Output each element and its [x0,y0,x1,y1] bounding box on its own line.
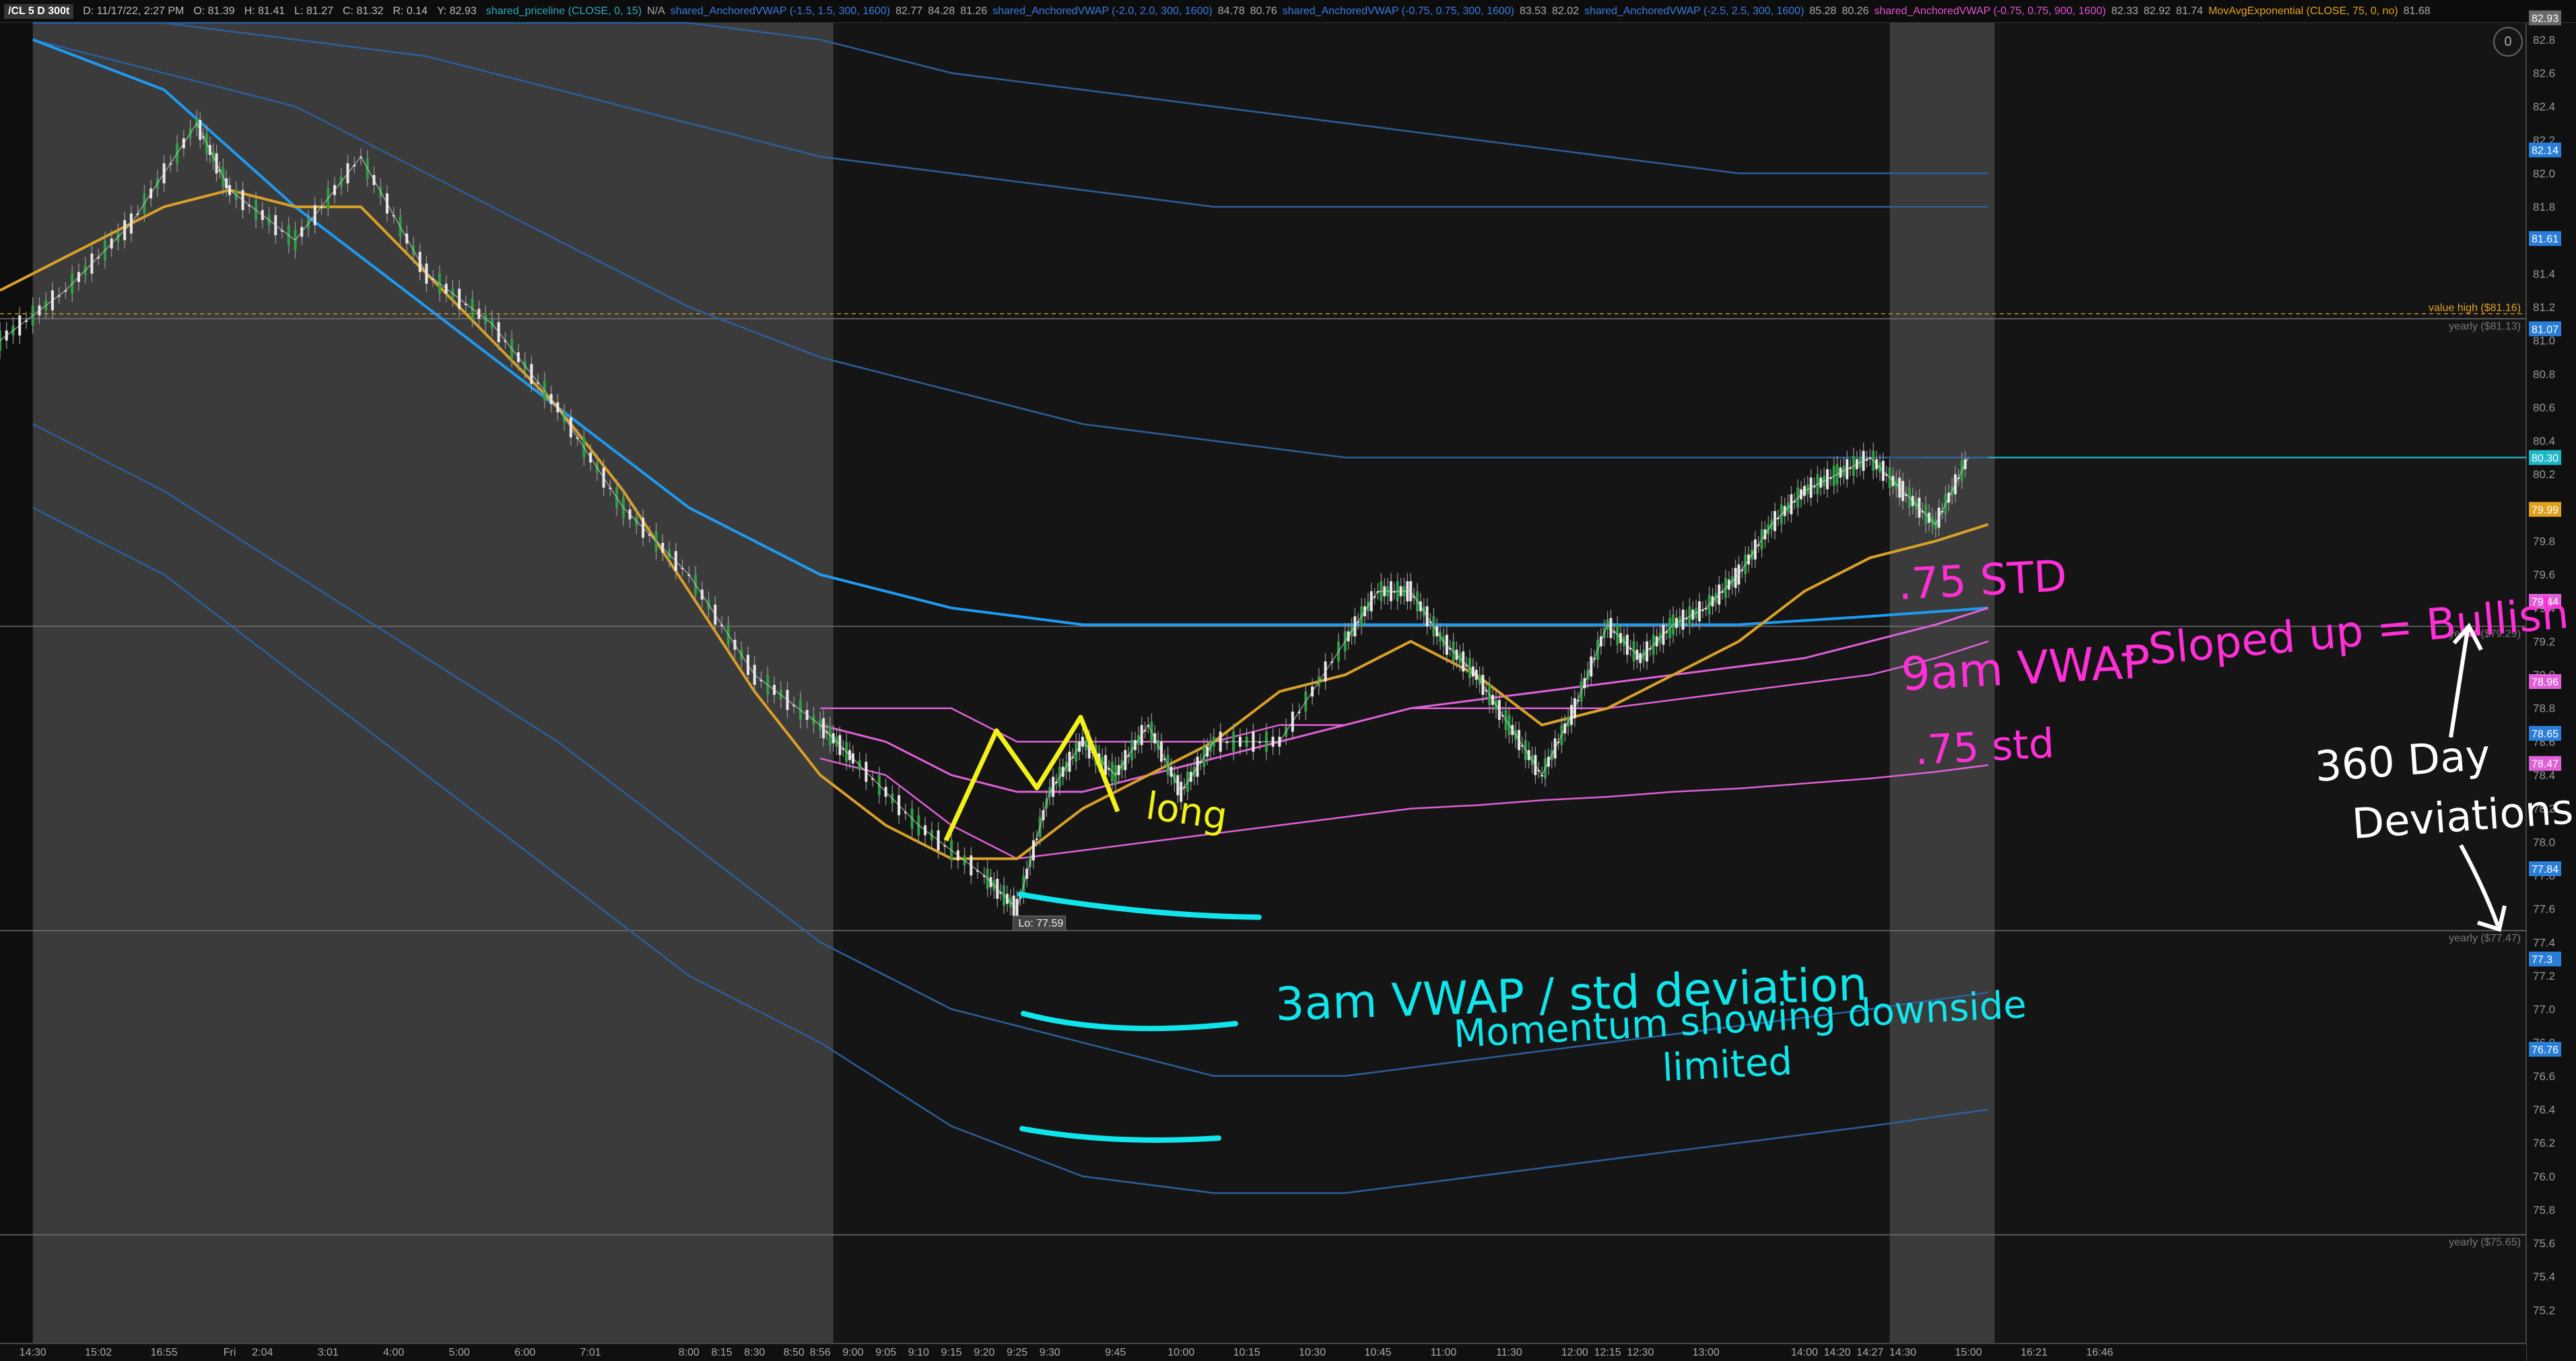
x-tick-label-3: Fri [224,1347,236,1358]
y-tick-label-9: 77.0 [2533,1003,2555,1016]
x-tick-label-2: 16:55 [151,1347,178,1358]
price-chart[interactable]: 75.275.475.675.876.076.276.476.676.877.0… [0,0,2576,1361]
x-tick-label-6: 4:00 [383,1347,404,1358]
x-tick-label-20: 9:25 [1007,1347,1027,1358]
x-tick-label-22: 9:45 [1105,1347,1126,1358]
price-badge-label-7: 78.96 [2532,677,2558,688]
y-tick-label-7: 76.6 [2533,1070,2555,1083]
x-tick-label-36: 14:30 [1889,1347,1916,1358]
x-tick-label-28: 11:30 [1496,1347,1522,1358]
x-tick-label-33: 14:00 [1791,1347,1818,1358]
y-tick-label-25: 80.2 [2533,468,2555,481]
y-tick-label-26: 80.4 [2533,435,2555,448]
x-tick-label-10: 8:00 [679,1347,700,1358]
y-tick-label-31: 81.4 [2533,267,2555,280]
y-tick-label-34: 82.0 [2533,167,2555,180]
x-tick-label-34: 14:20 [1824,1347,1851,1358]
horizontal-level-label-0: value high ($81.16) [2429,302,2521,314]
x-tick-label-23: 10:00 [1167,1347,1194,1358]
price-badge-label-5: 79.99 [2532,504,2558,516]
x-tick-label-19: 9:20 [974,1347,994,1358]
y-tick-label-18: 78.8 [2533,702,2555,715]
price-badge-label-3: 81.07 [2532,324,2558,335]
y-tick-label-37: 82.6 [2533,67,2555,79]
x-tick-label-12: 8:30 [744,1347,765,1358]
std-bottom-annotation: .75 std [1913,720,2056,774]
x-tick-label-18: 9:15 [941,1347,962,1358]
y-tick-label-29: 81.0 [2533,335,2555,347]
y-tick-label-2: 75.6 [2533,1237,2555,1250]
x-tick-label-39: 16:46 [2087,1347,2113,1358]
x-tick-label-38: 16:21 [2021,1347,2047,1358]
x-tick-label-5: 3:01 [318,1347,339,1358]
y-tick-label-22: 79.6 [2533,568,2555,581]
horizontal-level-label-1: yearly ($81.13) [2449,321,2521,332]
x-tick-label-35: 14:27 [1856,1347,1883,1358]
x-tick-label-8: 6:00 [514,1347,535,1358]
x-tick-label-21: 9:30 [1040,1347,1060,1358]
y-tick-label-36: 82.4 [2533,100,2555,113]
x-tick-label-31: 12:30 [1627,1347,1654,1358]
price-badge-label-12: 76.76 [2532,1044,2558,1056]
y-tick-label-27: 80.6 [2533,401,2555,414]
y-tick-label-4: 76.0 [2533,1170,2555,1183]
x-tick-label-16: 9:05 [875,1347,896,1358]
y-tick-label-3: 75.8 [2533,1203,2555,1216]
left-edge-shade [0,23,33,1343]
price-badge-label-4: 80.30 [2532,453,2558,464]
settings-label: 0 [2504,34,2512,49]
x-tick-label-4: 2:04 [252,1347,273,1358]
x-tick-label-25: 10:30 [1299,1347,1326,1358]
y-tick-label-0: 75.2 [2533,1304,2555,1317]
y-tick-label-12: 77.6 [2533,903,2555,916]
x-tick-label-0: 14:30 [20,1347,46,1358]
y-tick-label-28: 80.8 [2533,368,2555,380]
y-tick-label-30: 81.2 [2533,301,2555,314]
time-axis-panel [0,1343,2526,1361]
x-tick-label-11: 8:15 [711,1347,732,1358]
price-badge-label-0: 82.93 [2532,13,2558,25]
y-tick-label-10: 77.2 [2533,970,2555,983]
x-tick-label-24: 10:15 [1233,1347,1260,1358]
y-tick-label-33: 81.8 [2533,201,2555,213]
price-badge-label-9: 78.47 [2532,759,2558,770]
y-tick-label-38: 82.8 [2533,34,2555,46]
x-tick-label-7: 5:00 [449,1347,470,1358]
y-tick-label-16: 78.4 [2533,769,2555,782]
horizontal-level-label-4: yearly ($75.65) [2449,1237,2521,1249]
y-tick-label-6: 76.4 [2533,1103,2555,1116]
price-badge-label-10: 77.84 [2532,864,2558,875]
session-shade-0 [32,23,834,1343]
horizontal-level-label-3: yearly ($77.47) [2449,933,2521,944]
x-tick-label-17: 9:10 [908,1347,929,1358]
y-tick-label-1: 75.4 [2533,1271,2555,1284]
price-badge-label-11: 77.3 [2532,954,2552,966]
price-badge-label-8: 78.65 [2532,729,2558,740]
x-tick-label-13: 8:50 [784,1347,805,1358]
y-tick-label-14: 78.0 [2533,836,2555,849]
x-tick-label-37: 15:00 [1955,1347,1982,1358]
low-marker-label: Lo: 77.59 [1019,918,1064,929]
x-tick-label-32: 13:00 [1693,1347,1720,1358]
vwap-3am-note-line3: limited [1661,1040,1793,1090]
price-badge-label-2: 81.61 [2532,234,2558,245]
y-tick-label-5: 76.2 [2533,1137,2555,1150]
x-tick-label-26: 10:45 [1365,1347,1392,1358]
price-badge-label-1: 82.14 [2532,145,2558,157]
price-axis-panel [2526,23,2576,1361]
x-tick-label-15: 9:00 [842,1347,863,1358]
x-tick-label-9: 7:01 [580,1347,601,1358]
x-tick-label-27: 11:00 [1431,1347,1457,1358]
y-tick-label-11: 77.4 [2533,936,2555,949]
x-tick-label-29: 12:00 [1561,1347,1588,1358]
x-tick-label-14: 8:56 [810,1347,831,1358]
std-top-annotation: .75 STD [1897,552,2068,610]
y-tick-label-23: 79.8 [2533,535,2555,548]
chart-settings-button[interactable]: 0 [2493,27,2523,57]
x-tick-label-30: 12:15 [1594,1347,1621,1358]
x-tick-label-1: 15:02 [85,1347,112,1358]
